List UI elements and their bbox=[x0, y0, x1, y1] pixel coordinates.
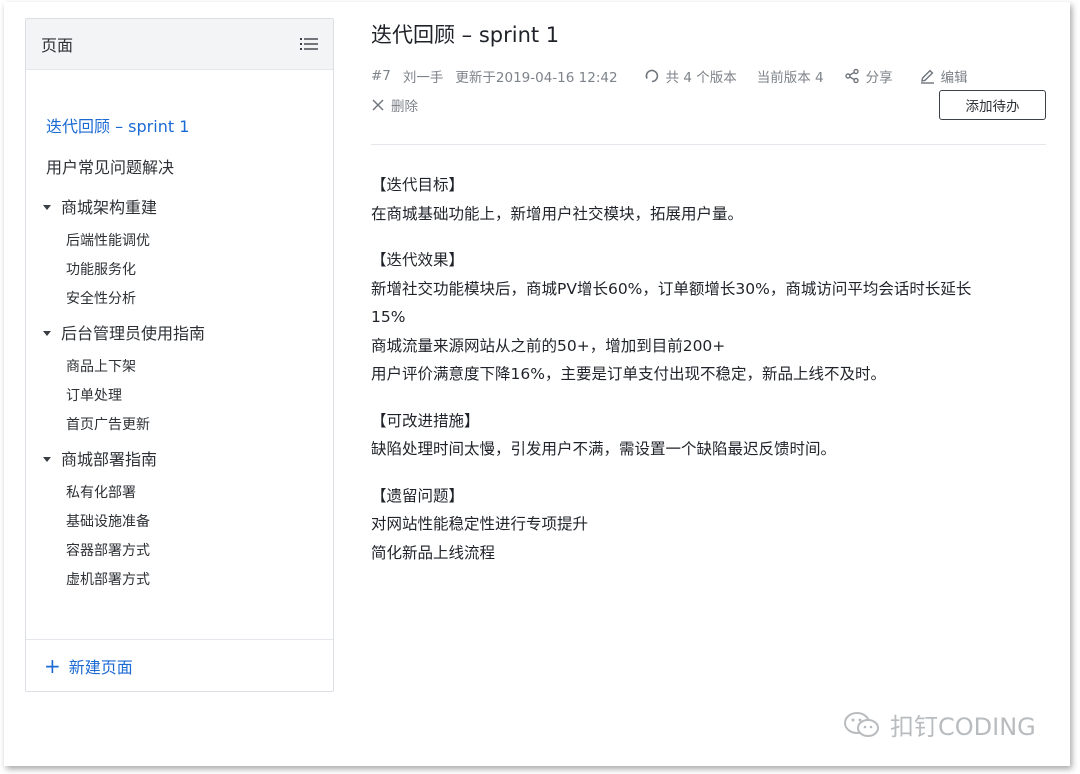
page-meta: #7 刘一手 更新于2019-04-16 12:42 共 4 个版本 当前版本 … bbox=[371, 66, 1046, 86]
tree-item-child[interactable]: 首页广告更新 bbox=[26, 411, 333, 440]
tree-group-mall-rebuild[interactable]: 商城架构重建 bbox=[26, 188, 333, 227]
plus-icon: + bbox=[44, 653, 61, 678]
add-todo-button[interactable]: 添加待办 bbox=[939, 90, 1046, 120]
sidebar-title: 页面 bbox=[41, 36, 74, 55]
content-section: 【可改进措施】 缺陷处理时间太慢，引发用户不满，需设置一个缺陷最迟反馈时间。 bbox=[371, 407, 1046, 464]
edit-button[interactable]: 编辑 bbox=[919, 66, 968, 86]
tree-item-child[interactable]: 后端性能调优 bbox=[26, 227, 333, 256]
share-icon bbox=[844, 68, 859, 84]
share-label: 分享 bbox=[865, 70, 893, 86]
tree-item-child[interactable]: 安全性分析 bbox=[26, 285, 333, 314]
content-section: 【遗留问题】 对网站性能稳定性进行专项提升 简化新品上线流程 bbox=[371, 482, 1046, 568]
section-line: 商城流量来源网站从之前的50+，增加到目前200+ bbox=[371, 336, 726, 355]
action-row: 删除 添加待办 bbox=[371, 90, 1046, 120]
section-line: 15% bbox=[371, 308, 406, 326]
page-id: #7 bbox=[371, 68, 391, 84]
tree-group-label: 后台管理员使用指南 bbox=[61, 324, 206, 343]
versions-link[interactable]: 共 4 个版本 bbox=[644, 66, 737, 86]
tree-item-faq[interactable]: 用户常见问题解决 bbox=[26, 147, 333, 188]
tree-item-child[interactable]: 容器部署方式 bbox=[26, 537, 333, 566]
tree-item-child[interactable]: 订单处理 bbox=[26, 382, 333, 411]
tree-group-label: 商城部署指南 bbox=[61, 450, 158, 469]
page-author[interactable]: 刘一手 bbox=[403, 66, 444, 86]
divider bbox=[371, 144, 1046, 145]
delete-label: 删除 bbox=[391, 99, 418, 115]
versions-label: 共 4 个版本 bbox=[665, 70, 737, 86]
tree-item-child[interactable]: 基础设施准备 bbox=[26, 508, 333, 537]
section-line: 缺陷处理时间太慢，引发用户不满，需设置一个缺陷最迟反馈时间。 bbox=[371, 440, 837, 458]
section-line: 对网站性能稳定性进行专项提升 bbox=[371, 515, 589, 533]
new-page-button[interactable]: + 新建页面 bbox=[26, 639, 333, 691]
tree-item-child[interactable]: 商品上下架 bbox=[26, 353, 333, 382]
tree-group-admin-guide[interactable]: 后台管理员使用指南 bbox=[26, 314, 333, 353]
section-heading: 【迭代效果】 bbox=[371, 251, 465, 269]
new-page-label: 新建页面 bbox=[68, 657, 133, 677]
sidebar-header: 页面 bbox=[26, 19, 333, 70]
tree-item-child[interactable]: 功能服务化 bbox=[26, 256, 333, 285]
tree-group-deploy-guide[interactable]: 商城部署指南 bbox=[26, 440, 333, 479]
content-section: 【迭代效果】 新增社交功能模块后，商城PV增长60%，订单额增长30%，商城访问… bbox=[371, 246, 1046, 389]
content-section: 【迭代目标】 在商城基础功能上，新增用户社交模块，拓展用户量。 bbox=[371, 171, 1046, 228]
page-title: 迭代回顾 – sprint 1 bbox=[371, 23, 560, 47]
section-heading: 【遗留问题】 bbox=[371, 486, 465, 505]
tree-group-label: 商城架构重建 bbox=[61, 198, 158, 217]
watermark-text: 扣钉CODING bbox=[890, 713, 1036, 741]
delete-button[interactable]: 删除 bbox=[371, 95, 418, 115]
pencil-icon bbox=[920, 69, 934, 84]
section-line: 用户评价满意度下降16%，主要是订单支付出现不稳定，新品上线不及时。 bbox=[371, 365, 886, 383]
list-icon[interactable] bbox=[300, 37, 318, 51]
watermark: 扣钉CODING bbox=[842, 707, 1036, 742]
tree-item-child[interactable]: 私有化部署 bbox=[26, 479, 333, 508]
edit-label: 编辑 bbox=[940, 70, 968, 86]
page-updated: 更新于2019-04-16 12:42 bbox=[455, 70, 618, 86]
section-heading: 【迭代目标】 bbox=[371, 176, 465, 194]
caret-down-icon[interactable] bbox=[43, 457, 51, 462]
section-line: 在商城基础功能上，新增用户社交模块，拓展用户量。 bbox=[371, 204, 744, 223]
page-tree: 迭代回顾 – sprint 1 用户常见问题解决 商城架构重建 后端性能调优 功… bbox=[26, 70, 333, 595]
page-main: 迭代回顾 – sprint 1 #7 刘一手 更新于2019-04-16 12:… bbox=[371, 18, 1046, 585]
caret-down-icon[interactable] bbox=[43, 331, 51, 336]
tree-item-sprint-review[interactable]: 迭代回顾 – sprint 1 bbox=[26, 106, 333, 147]
close-icon bbox=[372, 99, 384, 111]
page-content: 【迭代目标】 在商城基础功能上，新增用户社交模块，拓展用户量。 【迭代效果】 新… bbox=[371, 171, 1046, 567]
caret-down-icon[interactable] bbox=[43, 205, 51, 210]
section-line: 新增社交功能模块后，商城PV增长60%，订单额增长30%，商城访问平均会话时长延… bbox=[371, 279, 972, 298]
history-icon bbox=[645, 69, 658, 83]
section-line: 简化新品上线流程 bbox=[371, 543, 496, 562]
current-version: 当前版本 4 bbox=[756, 70, 824, 86]
share-button[interactable]: 分享 bbox=[844, 66, 893, 86]
section-heading: 【可改进措施】 bbox=[371, 411, 480, 430]
page-sidebar: 页面 迭代回顾 – sprint 1 用户常见问题解决 商城架构重建 后端性能调… bbox=[25, 18, 334, 692]
tree-item-child[interactable]: 虚机部署方式 bbox=[26, 566, 333, 595]
wechat-logo-icon bbox=[844, 711, 879, 737]
